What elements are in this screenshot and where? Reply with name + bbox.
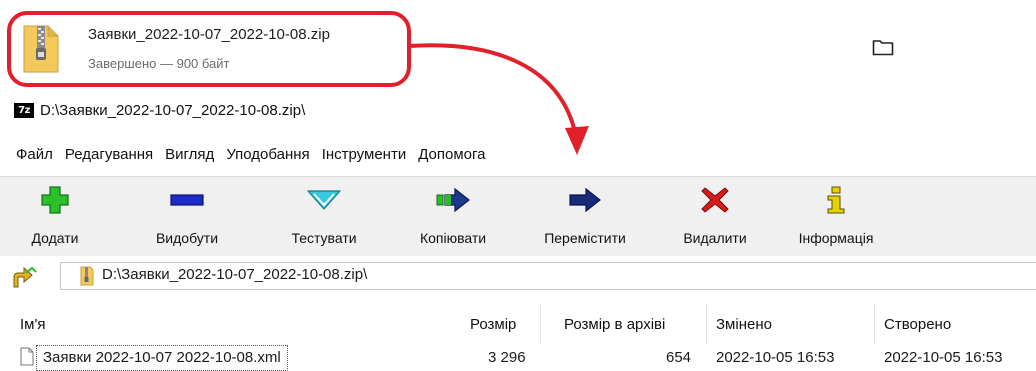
move-button[interactable]: Перемістити bbox=[530, 177, 640, 256]
checkmark-icon bbox=[307, 190, 341, 210]
info-label: Інформація bbox=[798, 230, 874, 246]
column-created[interactable]: Створено bbox=[884, 316, 951, 333]
extract-label: Видобути bbox=[155, 230, 219, 246]
column-size[interactable]: Розмір bbox=[470, 316, 516, 333]
download-item[interactable] bbox=[8, 12, 410, 86]
download-status: Завершено — 900 байт bbox=[88, 56, 230, 71]
move-arrow-icon bbox=[569, 187, 601, 213]
toolbar: Додати Видобути Тестувати Копіювати Пере… bbox=[0, 176, 1036, 256]
file-created-cell: 2022-10-05 16:53 bbox=[884, 349, 1003, 366]
address-path[interactable]: D:\Заявки_2022-10-07_2022-10-08.zip\ bbox=[102, 266, 367, 283]
window-title-bar: 7z D:\Заявки_2022-10-07_2022-10-08.zip\ bbox=[14, 102, 1014, 122]
info-i-icon bbox=[827, 186, 845, 214]
menu-bar: Файл Редагування Вигляд Уподобання Інстр… bbox=[16, 146, 497, 166]
up-folder-icon[interactable] bbox=[12, 265, 38, 289]
column-separator[interactable] bbox=[540, 304, 541, 344]
column-separator[interactable] bbox=[874, 304, 875, 344]
pointer-arrow-head bbox=[565, 126, 589, 155]
delete-label: Видалити bbox=[683, 230, 747, 246]
column-separator[interactable] bbox=[706, 304, 707, 344]
open-folder-icon[interactable] bbox=[872, 38, 894, 56]
7zip-logo-icon: 7z bbox=[14, 103, 34, 118]
menu-favorites[interactable]: Уподобання bbox=[226, 146, 309, 166]
minus-icon bbox=[170, 194, 204, 206]
copy-arrow-icon bbox=[436, 187, 470, 213]
column-packed-size[interactable]: Розмір в архіві bbox=[564, 316, 665, 333]
file-packed-size-cell: 654 bbox=[666, 349, 692, 366]
file-size-cell: 3 296 bbox=[488, 349, 526, 366]
test-label: Тестувати bbox=[291, 230, 357, 246]
add-label: Додати bbox=[31, 230, 79, 246]
menu-tools[interactable]: Інструменти bbox=[322, 146, 407, 166]
copy-button[interactable]: Копіювати bbox=[404, 177, 502, 256]
menu-file[interactable]: Файл bbox=[16, 146, 53, 166]
copy-label: Копіювати bbox=[419, 230, 487, 246]
archive-icon bbox=[80, 266, 94, 286]
menu-edit[interactable]: Редагування bbox=[65, 146, 153, 166]
column-modified[interactable]: Змінено bbox=[716, 316, 772, 333]
test-button[interactable]: Тестувати bbox=[278, 177, 370, 256]
file-icon bbox=[20, 347, 34, 366]
extract-button[interactable]: Видобути bbox=[146, 177, 228, 256]
plus-icon bbox=[41, 186, 69, 214]
delete-x-icon bbox=[701, 187, 729, 213]
add-button[interactable]: Додати bbox=[20, 177, 90, 256]
window-title: D:\Заявки_2022-10-07_2022-10-08.zip\ bbox=[40, 102, 306, 119]
zip-file-icon bbox=[23, 25, 59, 73]
list-header: Ім'я Розмір Розмір в архіві Змінено Ство… bbox=[0, 302, 1036, 346]
menu-view[interactable]: Вигляд bbox=[165, 146, 214, 166]
menu-help[interactable]: Допомога bbox=[418, 146, 485, 166]
delete-button[interactable]: Видалити bbox=[674, 177, 756, 256]
column-name[interactable]: Ім'я bbox=[20, 316, 45, 333]
info-button[interactable]: Інформація bbox=[786, 177, 886, 256]
download-filename[interactable]: Заявки_2022-10-07_2022-10-08.zip bbox=[88, 26, 330, 43]
file-name-cell[interactable]: Заявки 2022-10-07 2022-10-08.xml bbox=[36, 345, 288, 371]
file-modified-cell: 2022-10-05 16:53 bbox=[716, 349, 835, 366]
move-label: Перемістити bbox=[544, 230, 626, 246]
